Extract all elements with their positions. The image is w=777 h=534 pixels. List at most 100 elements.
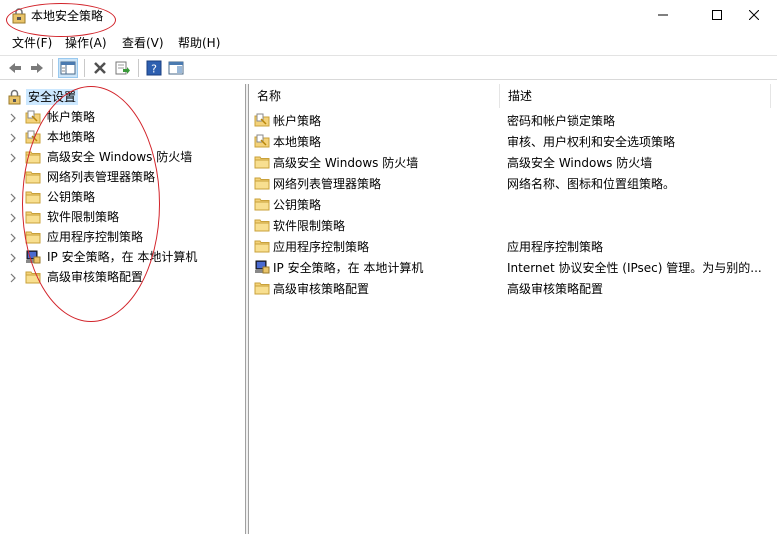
- tree-item-public-key[interactable]: 公钥策略: [0, 187, 246, 207]
- folder-icon: [25, 189, 41, 205]
- window-title: 本地安全策略: [31, 9, 104, 23]
- tree-item-label: 帐户策略: [47, 110, 96, 124]
- expand-chevron-icon[interactable]: [9, 232, 17, 243]
- folder-icon: [254, 175, 270, 191]
- tree-item-label: IP 安全策略，在 本地计算机: [47, 250, 198, 264]
- tree-item-label: 应用程序控制策略: [47, 230, 144, 244]
- toolbar-separator: [84, 59, 85, 77]
- list-item[interactable]: 帐户策略 密码和帐户锁定策略: [250, 110, 777, 131]
- list-item[interactable]: 高级审核策略配置 高级审核策略配置: [250, 278, 777, 299]
- folder-icon: [254, 280, 270, 296]
- svg-text:?: ?: [151, 63, 157, 76]
- back-arrow-icon: [9, 63, 21, 73]
- list-item-name: IP 安全策略，在 本地计算机: [273, 261, 424, 275]
- list-item[interactable]: 公钥策略: [250, 194, 777, 215]
- list-item[interactable]: 网络列表管理器策略 网络名称、图标和位置组策略。: [250, 173, 777, 194]
- expand-chevron-icon[interactable]: [9, 132, 17, 143]
- tree-item-ip-security[interactable]: IP 安全策略，在 本地计算机: [0, 247, 246, 267]
- details-list-pane: 名称 描述 帐户策略 密码和帐户锁定策略 本地策略 审核、用户权利和安全选项策略…: [250, 84, 777, 534]
- list-item-description: 高级审核策略配置: [507, 282, 604, 296]
- tree-item-software-restriction[interactable]: 软件限制策略: [0, 207, 246, 227]
- export-list-icon: [115, 61, 130, 75]
- menu-bar: 文件(F) 操作(A) 查看(V) 帮助(H): [0, 32, 777, 54]
- list-item-name: 帐户策略: [273, 114, 322, 128]
- tree-item-advanced-audit[interactable]: 高级审核策略配置: [0, 267, 246, 287]
- list-item-name: 高级审核策略配置: [273, 282, 370, 296]
- folder-icon: [254, 238, 270, 254]
- action-pane-button[interactable]: [166, 58, 186, 78]
- column-header-description[interactable]: 描述: [501, 84, 771, 108]
- help-question-icon: ?: [146, 60, 162, 76]
- security-settings-icon: [7, 89, 23, 105]
- close-button[interactable]: [731, 0, 777, 30]
- folder-icon: [25, 169, 41, 185]
- menu-help[interactable]: 帮助(H): [178, 35, 220, 51]
- security-policy-app-icon: [11, 8, 27, 24]
- list-item[interactable]: 本地策略 审核、用户权利和安全选项策略: [250, 131, 777, 152]
- forward-button[interactable]: [27, 58, 47, 78]
- tree-item-network-list-manager[interactable]: 网络列表管理器策略: [0, 167, 246, 187]
- expand-chevron-icon[interactable]: [9, 272, 17, 283]
- list-item-name: 公钥策略: [273, 198, 322, 212]
- toolbar: ?: [0, 55, 777, 80]
- expand-chevron-icon[interactable]: [9, 212, 17, 223]
- list-item[interactable]: 软件限制策略: [250, 215, 777, 236]
- title-bar: 本地安全策略: [0, 0, 777, 32]
- menu-file[interactable]: 文件(F): [12, 35, 52, 51]
- list-item-description: 应用程序控制策略: [507, 240, 604, 254]
- console-tree-icon: [60, 61, 76, 75]
- list-item-description: 高级安全 Windows 防火墙: [507, 156, 653, 170]
- ip-security-icon: [254, 259, 270, 275]
- toolbar-separator: [138, 59, 139, 77]
- list-item[interactable]: 高级安全 Windows 防火墙 高级安全 Windows 防火墙: [250, 152, 777, 173]
- delete-button[interactable]: [90, 58, 110, 78]
- folder-policy-icon: [254, 112, 270, 128]
- tree-item-account-policy[interactable]: 帐户策略: [0, 107, 246, 127]
- menu-action[interactable]: 操作(A): [65, 35, 107, 51]
- folder-icon: [254, 196, 270, 212]
- tree-item-label: 软件限制策略: [47, 210, 120, 224]
- list-item[interactable]: IP 安全策略，在 本地计算机 Internet 协议安全性 (IPsec) 管…: [250, 257, 777, 278]
- list-item-name: 软件限制策略: [273, 219, 346, 233]
- minimize-button[interactable]: [640, 0, 686, 30]
- pane-splitter[interactable]: [246, 84, 249, 534]
- help-button[interactable]: ?: [144, 58, 164, 78]
- show-hide-console-tree-button[interactable]: [58, 58, 78, 78]
- list-item-name: 高级安全 Windows 防火墙: [273, 156, 419, 170]
- tree-root-label: 安全设置: [26, 89, 79, 105]
- tree-root-security-settings[interactable]: 安全设置: [0, 87, 246, 107]
- folder-policy-icon: [25, 129, 41, 145]
- tree-item-app-control[interactable]: 应用程序控制策略: [0, 227, 246, 247]
- close-icon: [749, 10, 759, 20]
- list-item-description: 密码和帐户锁定策略: [507, 114, 616, 128]
- column-header-name[interactable]: 名称: [250, 84, 500, 108]
- forward-arrow-icon: [31, 63, 43, 73]
- folder-icon: [25, 269, 41, 285]
- list-item[interactable]: 应用程序控制策略 应用程序控制策略: [250, 236, 777, 257]
- list-item-name: 应用程序控制策略: [273, 240, 370, 254]
- export-list-button[interactable]: [112, 58, 132, 78]
- console-tree-pane: 安全设置 帐户策略 本地策略 高级安全 Windows 防火墙 网络列表管理器策…: [0, 84, 246, 534]
- expand-chevron-icon[interactable]: [9, 252, 17, 263]
- list-item-name: 网络列表管理器策略: [273, 177, 382, 191]
- action-pane-icon: [168, 61, 184, 75]
- list-item-name: 本地策略: [273, 135, 322, 149]
- tree-item-label: 本地策略: [47, 130, 96, 144]
- tree-item-firewall[interactable]: 高级安全 Windows 防火墙: [0, 147, 246, 167]
- expand-chevron-icon[interactable]: [9, 192, 17, 203]
- toolbar-separator: [52, 59, 53, 77]
- folder-icon: [25, 209, 41, 225]
- back-button[interactable]: [5, 58, 25, 78]
- folder-icon: [25, 149, 41, 165]
- folder-icon: [254, 154, 270, 170]
- ip-security-icon: [25, 249, 41, 265]
- menu-view[interactable]: 查看(V): [122, 35, 164, 51]
- list-item-description: 审核、用户权利和安全选项策略: [507, 135, 676, 149]
- tree-item-label: 高级审核策略配置: [47, 270, 144, 284]
- expand-chevron-icon[interactable]: [9, 152, 17, 163]
- folder-policy-icon: [254, 133, 270, 149]
- tree-item-local-policy[interactable]: 本地策略: [0, 127, 246, 147]
- folder-icon: [25, 229, 41, 245]
- list-item-description: Internet 协议安全性 (IPsec) 管理。为与别的...: [507, 261, 762, 275]
- expand-chevron-icon[interactable]: [9, 112, 17, 123]
